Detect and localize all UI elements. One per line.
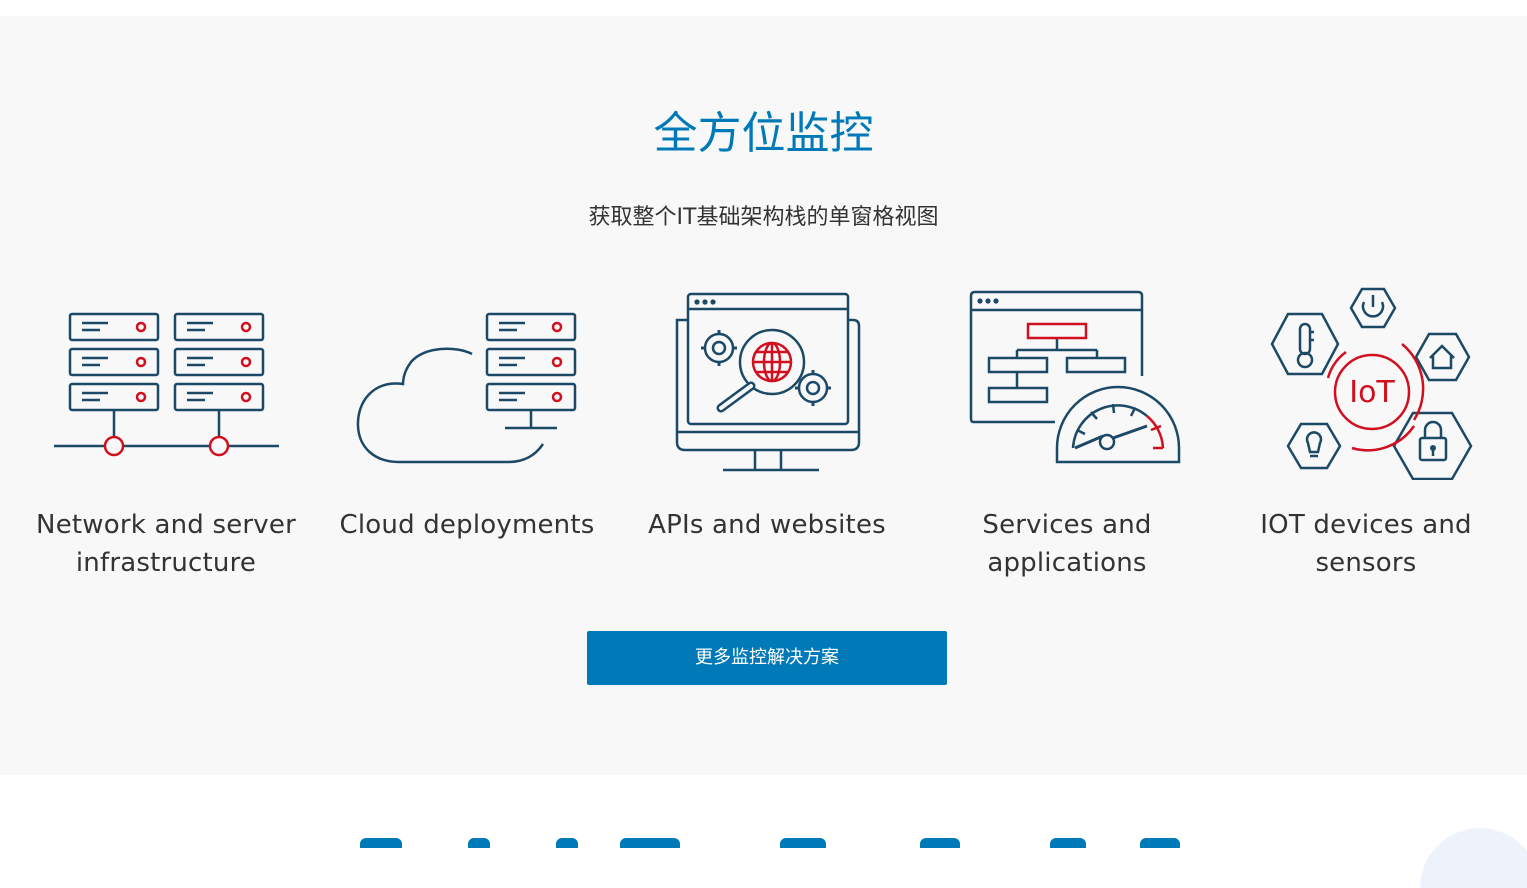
decorative-blob (1420, 828, 1527, 888)
next-section-heading-cropped (360, 828, 1260, 858)
services-dashboard-icon (969, 290, 1181, 464)
iot-hub-icon: IoT (1270, 287, 1473, 480)
card-label: Services and applications (982, 510, 1152, 578)
card-label: Cloud deployments (339, 510, 595, 540)
card-label: IOT devices and sensors (1260, 510, 1472, 578)
more-solutions-button[interactable]: 更多监控解决方案 (587, 631, 947, 685)
card-label: APIs and websites (648, 510, 886, 540)
page-top-strip (0, 0, 1527, 16)
iot-hub-text: IoT (1349, 375, 1395, 410)
section-title: 全方位监控 (653, 108, 874, 159)
card-label: Network and server infrastructure (36, 510, 296, 578)
section-subtitle: 获取整个IT基础架构栈的单窗格视图 (588, 205, 939, 230)
cloud-server-icon (356, 312, 577, 464)
api-website-icon (675, 292, 861, 472)
network-server-icon (54, 312, 279, 457)
